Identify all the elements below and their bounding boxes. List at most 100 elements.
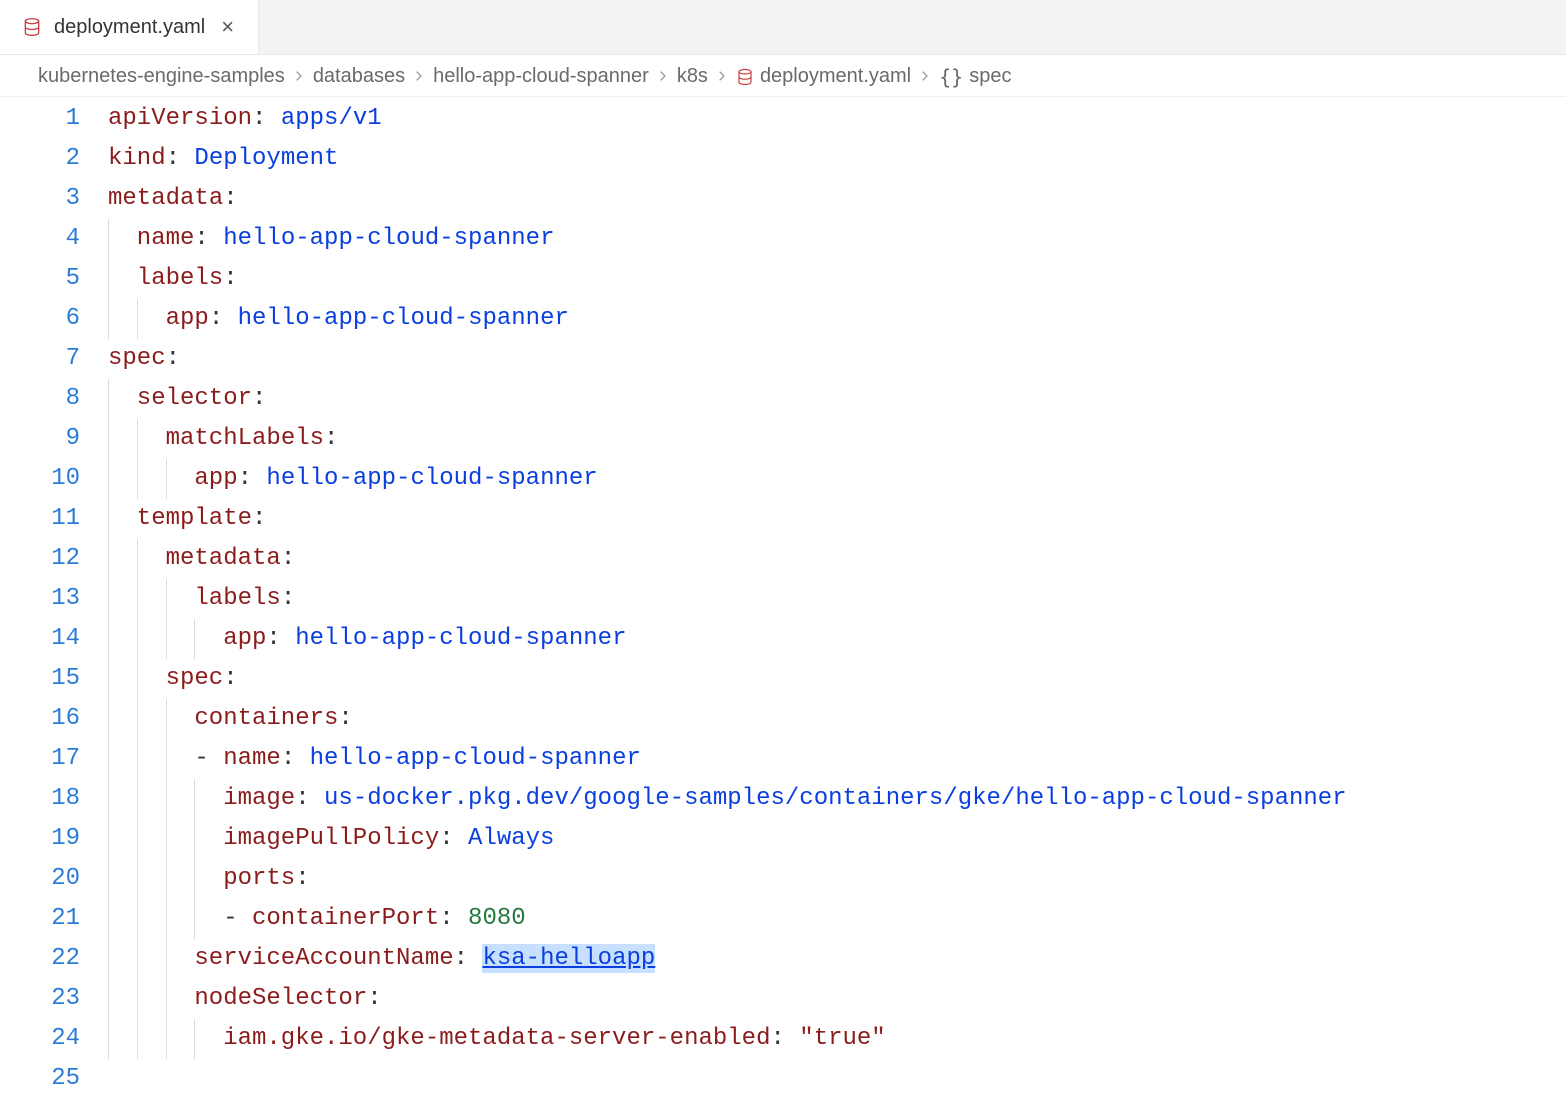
code-token[interactable]: ksa-helloapp: [482, 945, 655, 972]
code-token: :: [252, 385, 266, 412]
code-token: :: [367, 985, 381, 1012]
code-token: hello-app-cloud-spanner: [223, 225, 554, 252]
line-number-gutter: 1234567891011121314151617181920212223242…: [0, 97, 108, 1094]
braces-icon: {}: [939, 65, 963, 89]
line-number: 14: [0, 619, 80, 659]
line-number: 3: [0, 179, 80, 219]
code-token: Deployment: [194, 145, 338, 172]
code-token: hello-app-cloud-spanner: [238, 305, 569, 332]
code-line[interactable]: ports:: [108, 859, 1566, 899]
breadcrumb-item[interactable]: kubernetes-engine-samples: [38, 65, 285, 88]
code-line[interactable]: template:: [108, 499, 1566, 539]
code-token: name: [137, 225, 195, 252]
code-token: Always: [468, 825, 554, 852]
code-line[interactable]: serviceAccountName: ksa-helloapp: [108, 939, 1566, 979]
code-line[interactable]: metadata:: [108, 539, 1566, 579]
code-token: apps/v1: [281, 105, 382, 132]
line-number: 1: [0, 99, 80, 139]
code-token: :: [281, 745, 310, 772]
code-line[interactable]: app: hello-app-cloud-spanner: [108, 299, 1566, 339]
code-token: :: [223, 665, 237, 692]
code-token: app: [223, 625, 266, 652]
breadcrumb-item[interactable]: hello-app-cloud-spanner: [433, 65, 649, 88]
code-line[interactable]: app: hello-app-cloud-spanner: [108, 459, 1566, 499]
code-token: imagePullPolicy: [223, 825, 439, 852]
code-token: containers: [194, 705, 338, 732]
code-token: 8080: [468, 905, 526, 932]
code-line[interactable]: - name: hello-app-cloud-spanner: [108, 739, 1566, 779]
tab-deployment-yaml[interactable]: deployment.yaml ×: [0, 0, 259, 54]
code-token: kind: [108, 145, 166, 172]
code-line[interactable]: image: us-docker.pkg.dev/google-samples/…: [108, 779, 1566, 819]
code-line[interactable]: app: hello-app-cloud-spanner: [108, 619, 1566, 659]
code-token: -: [223, 905, 252, 932]
code-token: labels: [137, 265, 223, 292]
chevron-right-icon: [291, 66, 307, 87]
code-line[interactable]: labels:: [108, 259, 1566, 299]
code-token: nodeSelector: [194, 985, 367, 1012]
line-number: 12: [0, 539, 80, 579]
code-token: spec: [108, 345, 166, 372]
line-number: 20: [0, 859, 80, 899]
code-token: apiVersion: [108, 105, 252, 132]
code-line[interactable]: apiVersion: apps/v1: [108, 99, 1566, 139]
code-token: :: [295, 865, 309, 892]
chevron-right-icon: [655, 66, 671, 87]
code-line[interactable]: spec:: [108, 339, 1566, 379]
code-line[interactable]: name: hello-app-cloud-spanner: [108, 219, 1566, 259]
code-line[interactable]: nodeSelector:: [108, 979, 1566, 1019]
code-token: :: [266, 625, 295, 652]
line-number: 8: [0, 379, 80, 419]
code-line[interactable]: containers:: [108, 699, 1566, 739]
breadcrumb-item[interactable]: k8s: [677, 65, 708, 88]
chevron-right-icon: [714, 66, 730, 87]
code-token: name: [223, 745, 281, 772]
tab-bar: deployment.yaml ×: [0, 0, 1566, 55]
line-number: 7: [0, 339, 80, 379]
code-token: spec: [166, 665, 224, 692]
breadcrumb-item[interactable]: databases: [313, 65, 405, 88]
code-token: :: [324, 425, 338, 452]
code-line[interactable]: iam.gke.io/gke-metadata-server-enabled: …: [108, 1019, 1566, 1059]
code-token: :: [166, 345, 180, 372]
code-token: metadata: [166, 545, 281, 572]
code-token: :: [338, 705, 352, 732]
code-line[interactable]: kind: Deployment: [108, 139, 1566, 179]
code-token: hello-app-cloud-spanner: [266, 465, 597, 492]
code-token: iam.gke.io/gke-metadata-server-enabled: [223, 1025, 770, 1052]
tab-label: deployment.yaml: [54, 16, 205, 39]
breadcrumb-item[interactable]: {} spec: [939, 65, 1011, 89]
chevron-right-icon: [411, 66, 427, 87]
code-line[interactable]: metadata:: [108, 179, 1566, 219]
code-token: us-docker.pkg.dev/google-samples/contain…: [324, 785, 1347, 812]
breadcrumb-label: deployment.yaml: [760, 65, 911, 88]
code-line[interactable]: selector:: [108, 379, 1566, 419]
yaml-database-icon: [736, 68, 754, 86]
code-line[interactable]: matchLabels:: [108, 419, 1566, 459]
breadcrumb-item[interactable]: deployment.yaml: [736, 65, 911, 88]
line-number: 17: [0, 739, 80, 779]
close-icon[interactable]: ×: [217, 14, 238, 40]
code-line[interactable]: [108, 1059, 1566, 1094]
line-number: 16: [0, 699, 80, 739]
code-line[interactable]: labels:: [108, 579, 1566, 619]
line-number: 18: [0, 779, 80, 819]
breadcrumb: kubernetes-engine-samples databases hell…: [0, 55, 1566, 97]
breadcrumb-label: spec: [969, 65, 1011, 88]
line-number: 10: [0, 459, 80, 499]
code-token: :: [223, 185, 237, 212]
line-number: 4: [0, 219, 80, 259]
code-token: matchLabels: [166, 425, 324, 452]
code-token: :: [770, 1025, 799, 1052]
line-number: 21: [0, 899, 80, 939]
code-content[interactable]: apiVersion: apps/v1kind: Deploymentmetad…: [108, 97, 1566, 1094]
code-editor[interactable]: 1234567891011121314151617181920212223242…: [0, 97, 1566, 1094]
code-token: -: [194, 745, 223, 772]
chevron-right-icon: [917, 66, 933, 87]
code-line[interactable]: imagePullPolicy: Always: [108, 819, 1566, 859]
line-number: 23: [0, 979, 80, 1019]
code-line[interactable]: spec:: [108, 659, 1566, 699]
code-token: :: [281, 585, 295, 612]
code-token: "true": [799, 1025, 885, 1052]
code-line[interactable]: - containerPort: 8080: [108, 899, 1566, 939]
